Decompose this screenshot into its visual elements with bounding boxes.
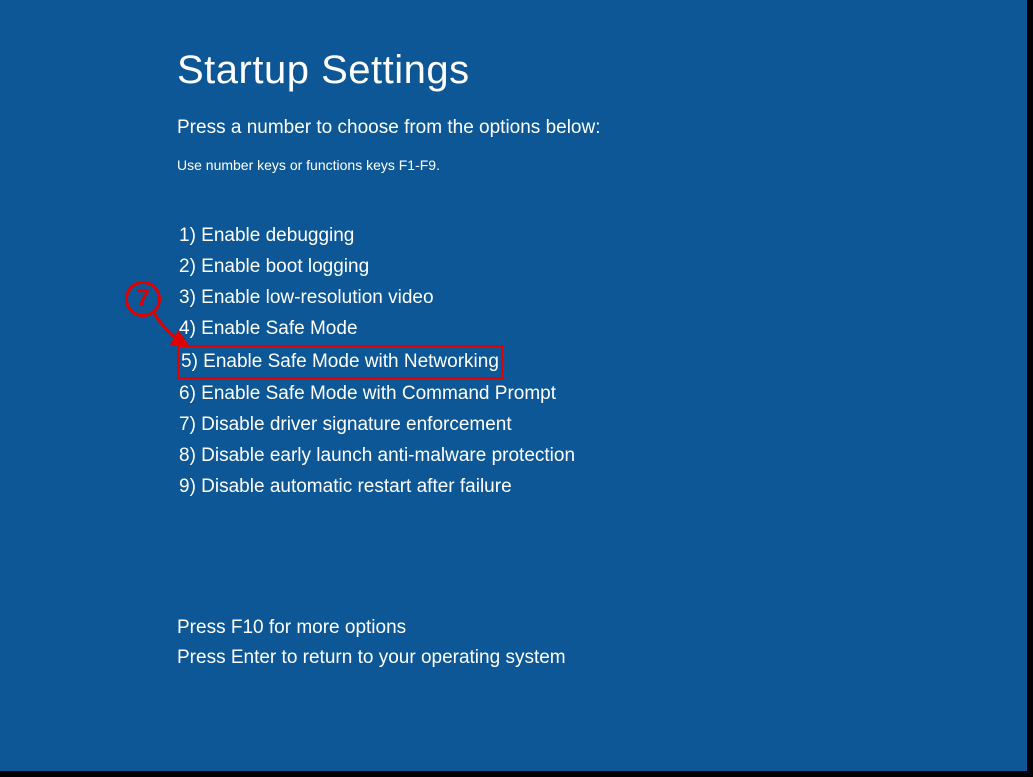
footer-more-options: Press F10 for more options [177, 613, 1027, 643]
option-3[interactable]: 3) Enable low-resolution video [177, 283, 436, 313]
option-8[interactable]: 8) Disable early launch anti-malware pro… [177, 441, 577, 471]
option-7[interactable]: 7) Disable driver signature enforcement [177, 410, 514, 440]
option-4[interactable]: 4) Enable Safe Mode [177, 314, 360, 344]
option-5[interactable]: 5) Enable Safe Mode with Networking [177, 345, 503, 379]
hint-text: Use number keys or functions keys F1-F9. [177, 157, 1027, 173]
options-list: 1) Enable debugging2) Enable boot loggin… [177, 221, 1027, 503]
footer-return: Press Enter to return to your operating … [177, 643, 1027, 673]
startup-settings-screen: Startup Settings Press a number to choos… [0, 0, 1027, 673]
page-title: Startup Settings [177, 48, 1027, 93]
option-2[interactable]: 2) Enable boot logging [177, 252, 371, 282]
option-6[interactable]: 6) Enable Safe Mode with Command Prompt [177, 379, 558, 409]
subtitle: Press a number to choose from the option… [177, 117, 1027, 139]
option-9[interactable]: 9) Disable automatic restart after failu… [177, 472, 514, 502]
option-1[interactable]: 1) Enable debugging [177, 221, 356, 251]
